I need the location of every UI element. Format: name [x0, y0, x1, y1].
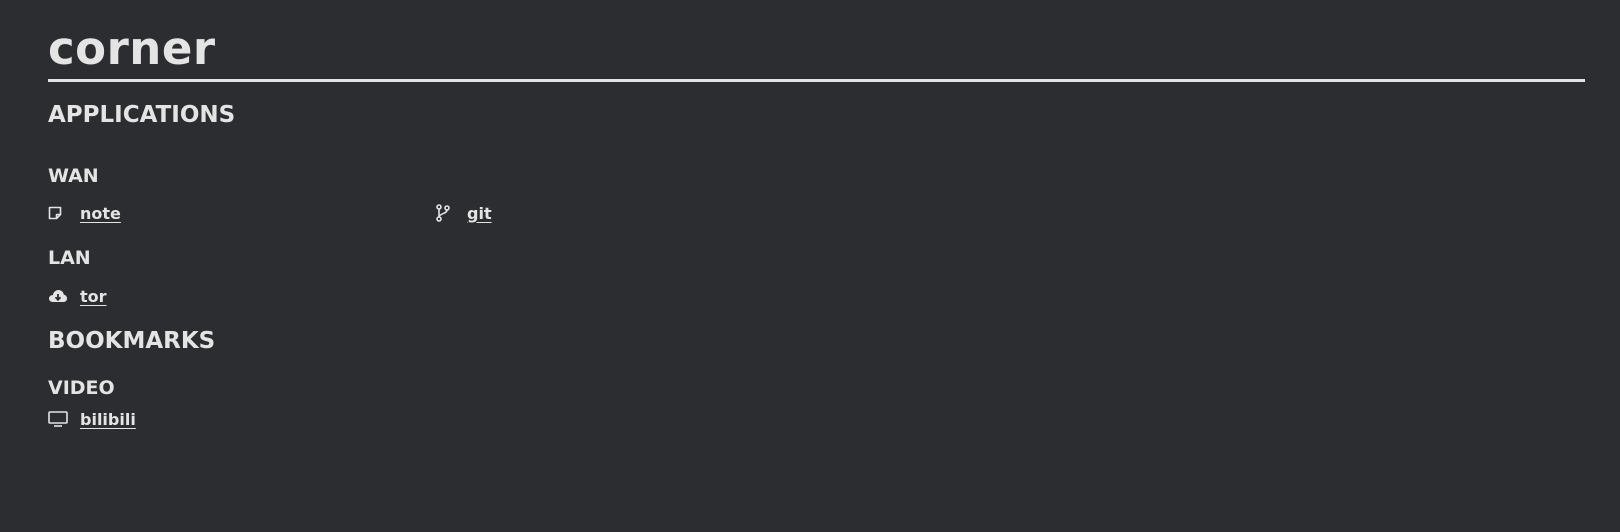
app-link-label[interactable]: note	[80, 204, 121, 223]
group-heading-wan: WAN	[48, 165, 99, 187]
git-branch-icon	[435, 203, 455, 223]
note-icon	[48, 203, 68, 223]
page-title: corner	[48, 22, 216, 75]
app-link-git[interactable]: git	[435, 202, 492, 224]
app-link-note[interactable]: note	[48, 202, 121, 224]
bookmark-link-label[interactable]: bilibili	[80, 410, 136, 429]
app-link-tor[interactable]: tor	[48, 285, 107, 307]
cloud-download-icon	[48, 286, 68, 306]
monitor-icon	[48, 409, 68, 429]
bookmark-link-bilibili[interactable]: bilibili	[48, 408, 136, 430]
bookmarks-heading: BOOKMARKS	[48, 328, 216, 354]
group-heading-video: VIDEO	[48, 377, 115, 399]
title-divider	[48, 79, 1585, 82]
applications-heading: APPLICATIONS	[48, 102, 236, 128]
group-heading-lan: LAN	[48, 247, 91, 269]
app-link-label[interactable]: tor	[80, 287, 107, 306]
page: corner APPLICATIONS WAN note git LAN tor…	[0, 0, 1620, 532]
app-link-label[interactable]: git	[467, 204, 492, 223]
